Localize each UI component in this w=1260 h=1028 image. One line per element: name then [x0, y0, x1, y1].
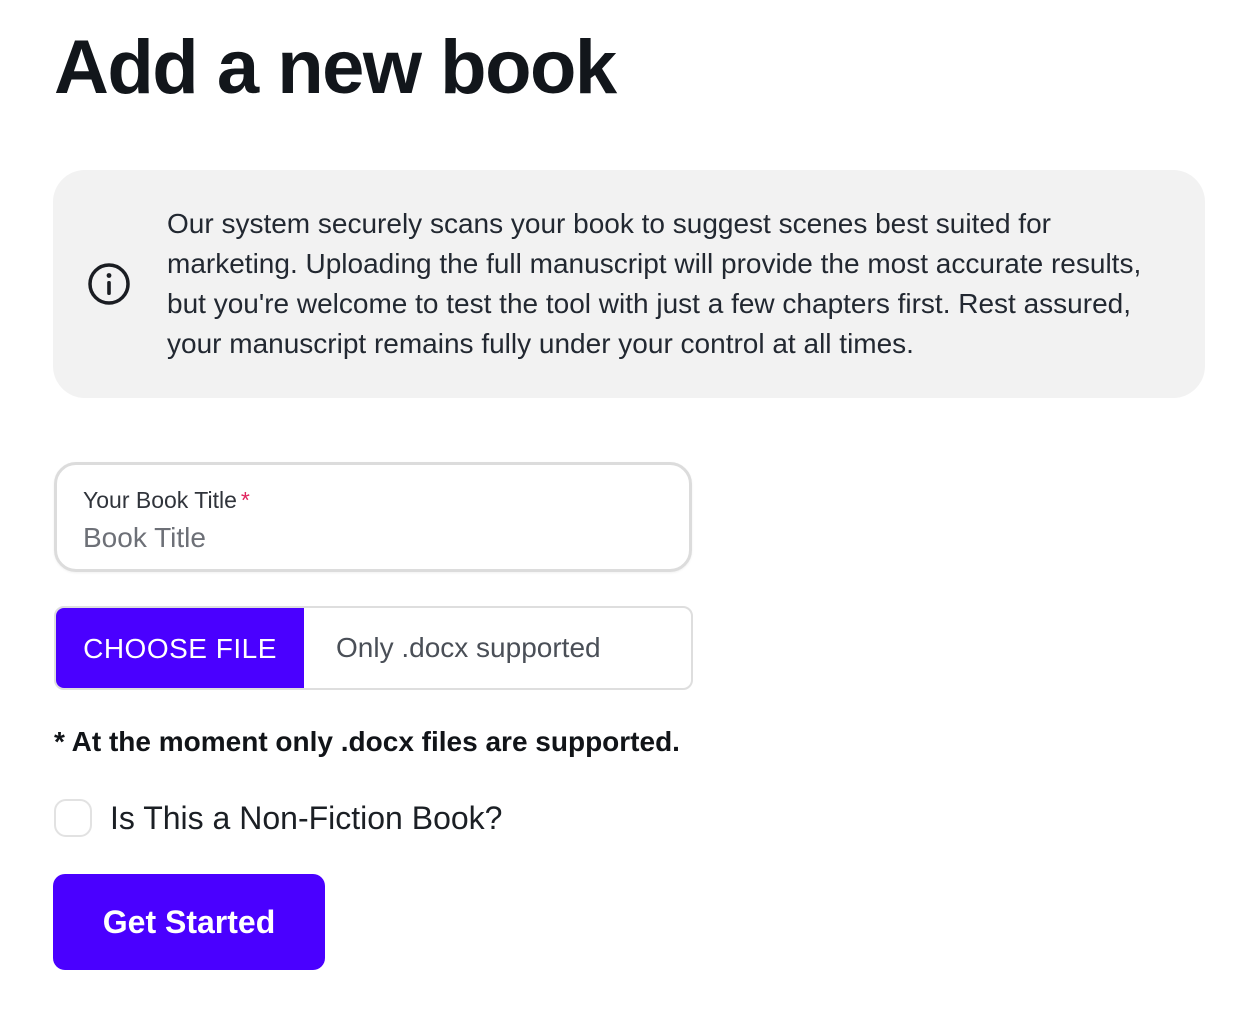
book-title-label-text: Your Book Title [83, 487, 237, 513]
nonfiction-option[interactable]: Is This a Non-Fiction Book? [54, 798, 502, 838]
info-text: Our system securely scans your book to s… [167, 208, 1142, 359]
info-circle-icon [87, 262, 131, 306]
required-mark: * [240, 487, 250, 513]
nonfiction-label[interactable]: Is This a Non-Fiction Book? [110, 798, 502, 838]
book-title-label: Your Book Title * [83, 485, 250, 515]
file-picker[interactable]: CHOOSE FILE Only .docx supported [54, 606, 693, 690]
book-title-input[interactable] [83, 519, 663, 557]
nonfiction-checkbox[interactable] [54, 799, 92, 837]
page-title: Add a new book [54, 25, 617, 110]
book-title-field[interactable]: Your Book Title * [54, 462, 692, 572]
choose-file-button[interactable]: CHOOSE FILE [56, 608, 304, 688]
file-status-text: Only .docx supported [336, 632, 601, 663]
info-notice: Our system securely scans your book to s… [53, 170, 1205, 398]
get-started-button[interactable]: Get Started [53, 874, 325, 970]
support-note: * At the moment only .docx files are sup… [54, 726, 680, 757]
